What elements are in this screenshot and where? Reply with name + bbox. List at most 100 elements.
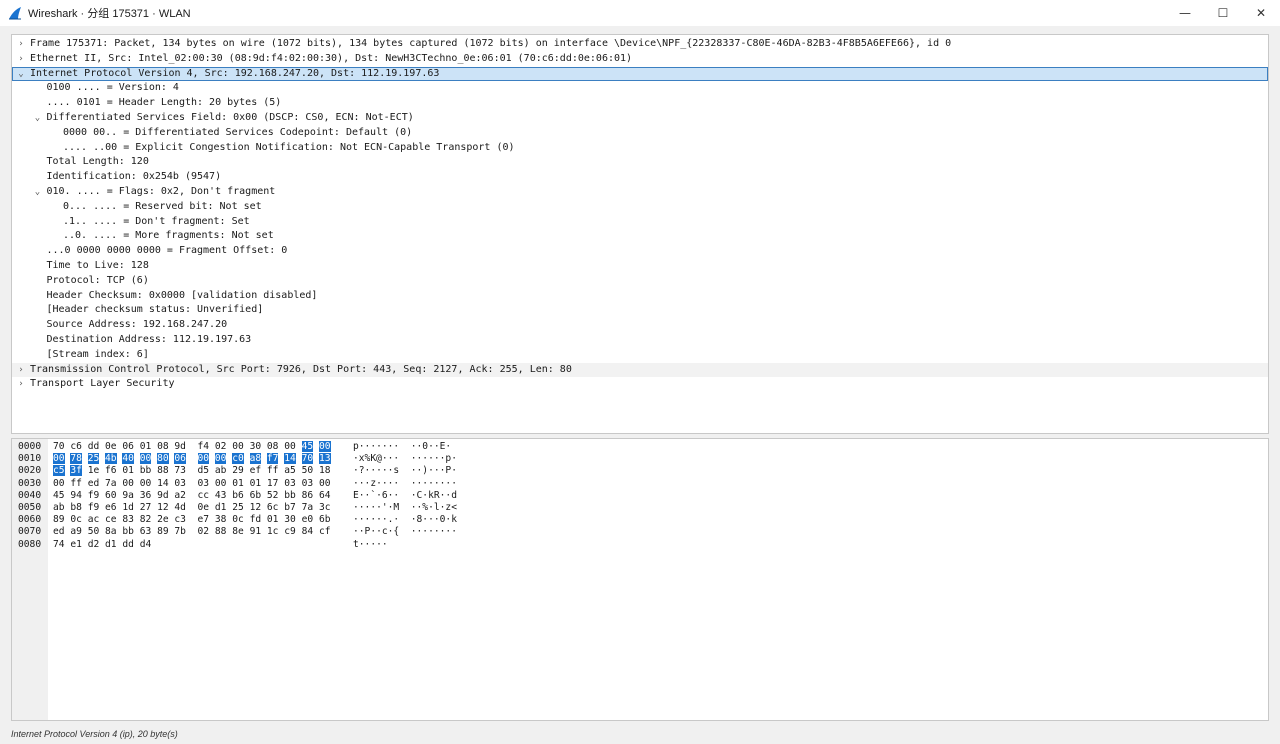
hex-byte[interactable]: e0 — [302, 514, 314, 525]
hex-bytes[interactable]: ed a9 50 8a bb 63 89 7b 02 88 8e 91 1c c… — [53, 526, 331, 538]
hex-byte[interactable]: 3c — [319, 502, 331, 513]
hex-ascii[interactable]: ··P··c·{ ········ — [353, 526, 457, 538]
hex-byte[interactable]: 1d — [122, 502, 134, 513]
hex-byte[interactable]: e1 — [70, 539, 82, 550]
hex-byte[interactable]: ff — [70, 478, 82, 489]
hex-byte[interactable]: 00 — [122, 478, 134, 489]
hex-bytes[interactable]: 74 e1 d2 d1 dd d4 — [53, 539, 151, 551]
tree-row[interactable]: Header Checksum: 0x0000 [validation disa… — [12, 289, 1268, 304]
hex-byte[interactable]: 01 — [267, 514, 279, 525]
hex-byte[interactable]: 0e — [105, 441, 117, 452]
hex-ascii[interactable]: ·?·····s ··)···P· — [353, 465, 457, 477]
hex-byte[interactable]: 14 — [284, 453, 296, 465]
collapse-chevron-icon[interactable]: ⌄ — [16, 67, 26, 82]
tree-row[interactable]: 0000 00.. = Differentiated Services Code… — [12, 126, 1268, 141]
tree-row[interactable]: 0100 .... = Version: 4 — [12, 81, 1268, 96]
tree-row[interactable]: ⌄ Differentiated Services Field: 0x00 (DS… — [12, 111, 1268, 126]
hex-byte[interactable]: 86 — [302, 490, 314, 501]
packet-bytes-pane[interactable]: 0000 70 c6 dd 0e 06 01 08 9d f4 02 00 30 … — [11, 438, 1269, 721]
hex-byte[interactable]: cc — [198, 490, 210, 501]
tree-row[interactable]: Time to Live: 128 — [12, 259, 1268, 274]
hex-byte[interactable]: 80 — [157, 453, 169, 465]
hex-byte[interactable]: 63 — [140, 526, 152, 537]
hex-byte[interactable]: 3f — [70, 465, 82, 477]
hex-byte[interactable]: 00 — [214, 453, 227, 465]
hex-byte[interactable]: 70 — [301, 453, 314, 465]
hex-byte[interactable]: ce — [105, 514, 117, 525]
hex-byte[interactable]: 84 — [302, 526, 314, 537]
tree-row[interactable]: .... ..00 = Explicit Congestion Notifica… — [12, 141, 1268, 156]
hex-byte[interactable]: 50 — [302, 465, 314, 476]
hex-byte[interactable]: e6 — [105, 502, 117, 513]
hex-byte[interactable]: f9 — [88, 490, 100, 501]
hex-byte[interactable]: 74 — [53, 539, 65, 550]
hex-byte[interactable]: 14 — [157, 478, 169, 489]
hex-byte[interactable]: 30 — [284, 514, 296, 525]
hex-byte[interactable]: b6 — [232, 490, 244, 501]
hex-byte[interactable]: 7b — [174, 526, 186, 537]
tree-row[interactable]: [Stream index: 6] — [12, 348, 1268, 363]
hex-byte[interactable]: ed — [88, 478, 100, 489]
hex-byte[interactable]: 4b — [105, 453, 117, 465]
hex-bytes[interactable]: c5 3f 1e f6 01 bb 88 73 d5 ab 29 ef ff a… — [53, 465, 331, 477]
tree-row[interactable]: ..0. .... = More fragments: Not set — [12, 229, 1268, 244]
tree-row[interactable]: ...0 0000 0000 0000 = Fragment Offset: 0 — [12, 244, 1268, 259]
tree-row[interactable]: › Transport Layer Security — [12, 377, 1268, 392]
hex-bytes[interactable]: 00 78 25 4b 40 00 80 06 00 00 c0 a8 f7 1… — [53, 453, 331, 465]
hex-bytes[interactable]: ab b8 f9 e6 1d 27 12 4d 0e d1 25 12 6c b… — [53, 502, 331, 514]
hex-ascii[interactable]: ···z···· ········ — [353, 478, 457, 490]
hex-byte[interactable]: 00 — [140, 478, 152, 489]
hex-byte[interactable]: 01 — [250, 478, 262, 489]
hex-byte[interactable]: 0c — [70, 514, 82, 525]
hex-byte[interactable]: 03 — [174, 478, 186, 489]
hex-byte[interactable]: 00 — [215, 478, 227, 489]
hex-byte[interactable]: d5 — [198, 465, 210, 476]
hex-byte[interactable]: 7a — [302, 502, 314, 513]
hex-byte[interactable]: c6 — [70, 441, 82, 452]
hex-byte[interactable]: 45 — [53, 490, 65, 501]
hex-byte[interactable]: f4 — [198, 441, 210, 452]
hex-byte[interactable]: 00 — [53, 478, 65, 489]
hex-byte[interactable]: 02 — [198, 526, 210, 537]
hex-byte[interactable]: 36 — [140, 490, 152, 501]
hex-byte[interactable]: 00 — [53, 453, 65, 465]
hex-byte[interactable]: dd — [122, 539, 134, 550]
hex-byte[interactable]: a8 — [249, 453, 262, 465]
tree-row[interactable]: [Header checksum status: Unverified] — [12, 303, 1268, 318]
hex-byte[interactable]: 12 — [250, 502, 262, 513]
hex-byte[interactable]: 25 — [87, 453, 100, 465]
hex-byte[interactable]: 0e — [198, 502, 210, 513]
hex-byte[interactable]: 00 — [284, 441, 296, 452]
hex-byte[interactable]: 94 — [70, 490, 82, 501]
hex-byte[interactable]: ab — [215, 465, 227, 476]
tree-row[interactable]: Total Length: 120 — [12, 155, 1268, 170]
hex-byte[interactable]: d2 — [88, 539, 100, 550]
hex-byte[interactable]: 00 — [318, 441, 331, 452]
hex-byte[interactable]: 06 — [122, 441, 134, 452]
hex-byte[interactable]: 00 — [139, 453, 152, 465]
hex-byte[interactable]: bb — [284, 490, 296, 501]
hex-byte[interactable]: ab — [53, 502, 65, 513]
hex-byte[interactable]: 40 — [122, 453, 134, 465]
hex-byte[interactable]: 08 — [267, 441, 279, 452]
hex-byte[interactable]: b7 — [284, 502, 296, 513]
hex-byte[interactable]: f7 — [266, 453, 279, 465]
hex-bytes[interactable]: 45 94 f9 60 9a 36 9d a2 cc 43 b6 6b 52 b… — [53, 490, 331, 502]
hex-byte[interactable]: c0 — [232, 453, 244, 465]
hex-byte[interactable]: d4 — [140, 539, 152, 550]
hex-byte[interactable]: d1 — [215, 502, 227, 513]
hex-byte[interactable]: 83 — [122, 514, 134, 525]
hex-byte[interactable]: 78 — [70, 453, 82, 465]
hex-byte[interactable]: ef — [250, 465, 262, 476]
tree-row[interactable]: Identification: 0x254b (9547) — [12, 170, 1268, 185]
hex-byte[interactable]: 9d — [157, 490, 169, 501]
tree-row[interactable]: Protocol: TCP (6) — [12, 274, 1268, 289]
hex-byte[interactable]: 1c — [267, 526, 279, 537]
tree-row[interactable]: Source Address: 192.168.247.20 — [12, 318, 1268, 333]
hex-byte[interactable]: 7a — [105, 478, 117, 489]
hex-byte[interactable]: cf — [319, 526, 331, 537]
hex-byte[interactable]: 43 — [215, 490, 227, 501]
hex-byte[interactable]: 6c — [267, 502, 279, 513]
hex-ascii[interactable]: ······.· ·8···0·k — [353, 514, 457, 526]
expand-chevron-icon[interactable]: › — [16, 363, 26, 378]
